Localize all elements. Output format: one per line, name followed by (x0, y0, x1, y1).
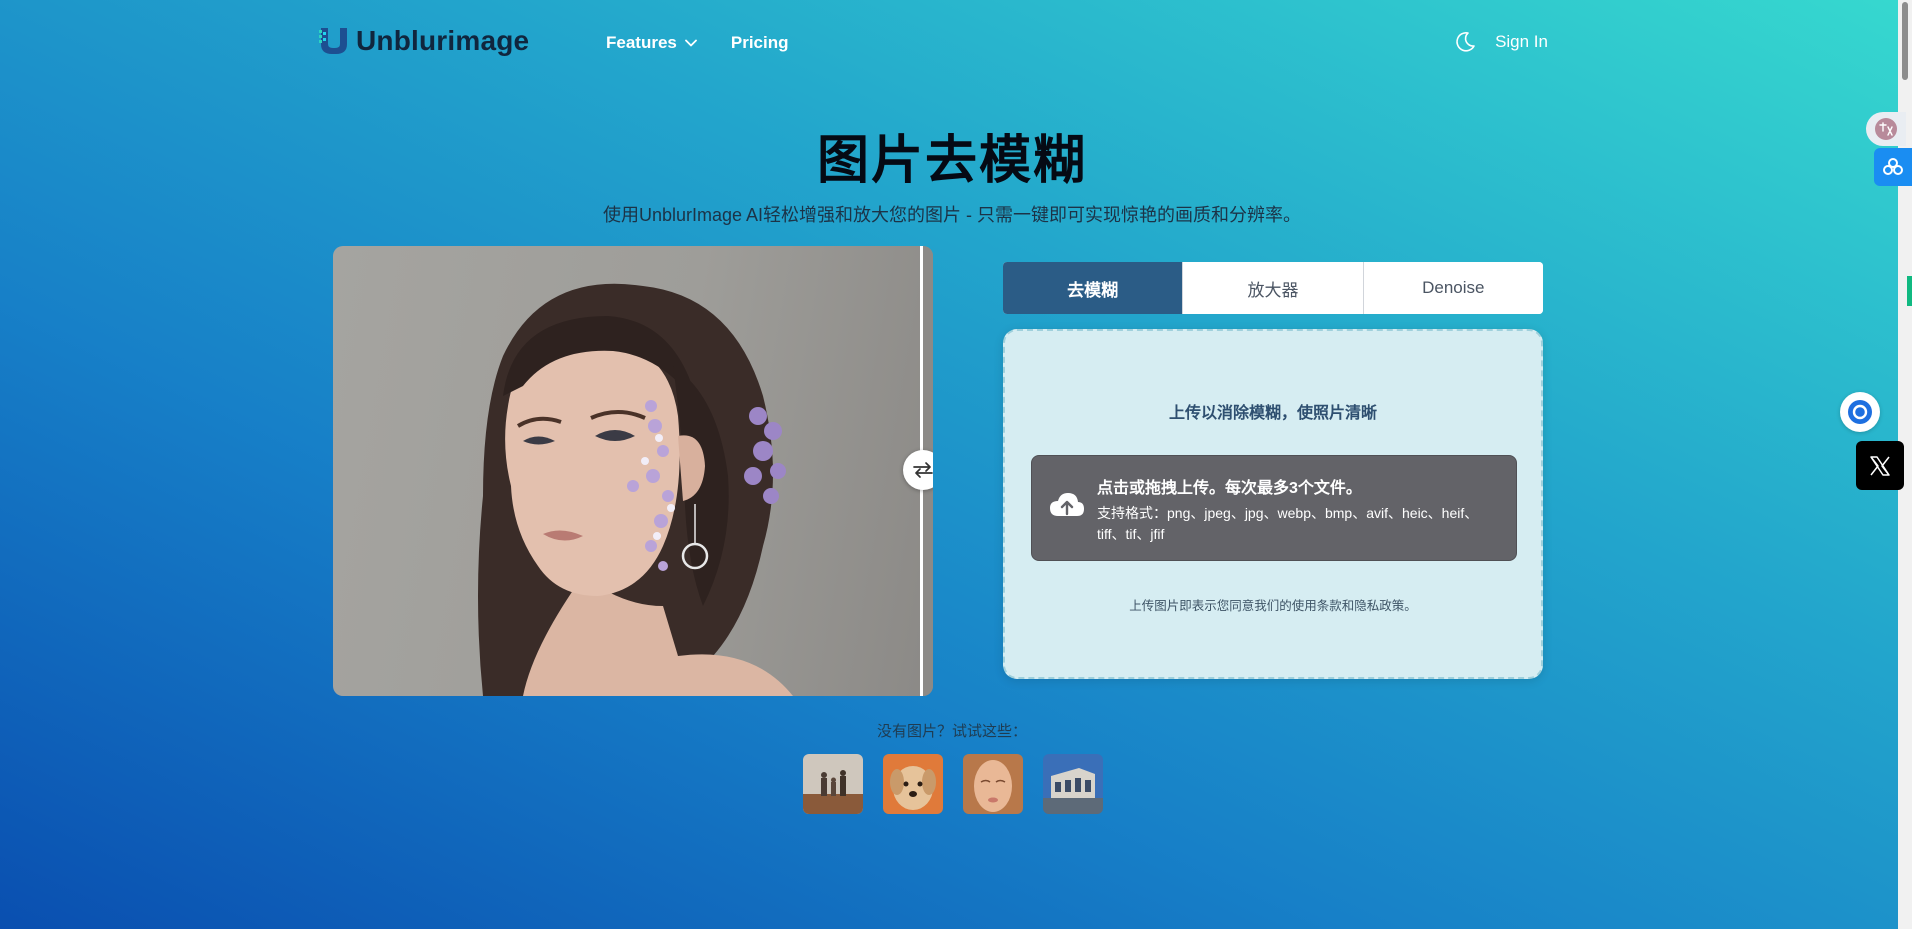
logo-mark-icon (319, 28, 347, 54)
image-comparison[interactable] (333, 246, 933, 696)
header-actions: Sign In (1453, 30, 1548, 54)
supported-formats: 支持格式：png、jpeg、jpg、webp、bmp、avif、heic、hei… (1097, 505, 1479, 542)
cloud-upload-icon (1050, 493, 1084, 516)
sign-in-link[interactable]: Sign In (1495, 32, 1548, 52)
x-logo-icon (1870, 455, 1890, 476)
chevron-down-icon (684, 39, 697, 47)
main-nav: Features Pricing (606, 33, 789, 53)
samples-label: 没有图片？试试这些： (876, 723, 1027, 740)
nav-pricing-label: Pricing (730, 33, 789, 52)
upload-title: 上传以消除模糊，使照片清晰 (1168, 405, 1377, 422)
tab-upscaler[interactable]: 放大器 (1182, 262, 1363, 314)
page-subtitle: 使用UnblurImage AI轻松增强和放大您的图片 - 只需一键即可实现惊艳… (602, 205, 1302, 225)
scrollbar-thumb[interactable] (1902, 2, 1908, 80)
upload-dropzone[interactable]: 点击或拖拽上传。每次最多3个文件。 支持格式：png、jpeg、jpg、webp… (1031, 455, 1517, 561)
page-title: 图片去模糊 (816, 132, 1087, 190)
x-share-widget[interactable] (1856, 441, 1904, 490)
sample-face-thumbnail (963, 754, 1023, 814)
sample-building-thumbnail (1043, 754, 1103, 814)
nav-features[interactable]: Features (606, 33, 697, 53)
page-background: Unblurimage Features Pricing Sign In 图片去… (0, 0, 1898, 929)
upload-instruction: 点击或拖拽上传。每次最多3个文件。 (1097, 480, 1362, 497)
translate-icon (1875, 118, 1897, 140)
site-header: Unblurimage Features Pricing Sign In (0, 0, 1898, 88)
tab-deblur[interactable]: 去模糊 (1003, 262, 1183, 314)
swap-arrows-icon (913, 462, 933, 478)
moon-icon[interactable] (1453, 30, 1477, 54)
sample-building[interactable] (1043, 754, 1103, 814)
sample-family[interactable] (803, 754, 863, 814)
tab-denoise[interactable]: Denoise (1362, 262, 1543, 314)
upload-card: 上传以消除模糊，使照片清晰 点击或拖拽上传。每次最多3个文件。 支持格式：png… (1003, 329, 1543, 679)
terms-notice: 上传图片即表示您同意我们的使用条款和隐私政策。 (1129, 599, 1417, 613)
sample-puppy[interactable] (883, 754, 943, 814)
side-tab-indicator[interactable] (1907, 276, 1912, 306)
nav-features-label: Features (606, 33, 677, 52)
portrait-photo (478, 283, 793, 696)
chat-bubble-icon (1848, 400, 1872, 424)
logo[interactable]: Unblurimage (318, 24, 529, 58)
sample-images (803, 754, 1103, 814)
chat-widget[interactable] (1840, 392, 1880, 432)
logo-text: Unblurimage (356, 25, 530, 56)
sample-puppy-thumbnail (883, 754, 943, 814)
ai-assistant-icon (1883, 158, 1903, 175)
nav-pricing[interactable]: Pricing (731, 33, 789, 53)
translate-widget[interactable] (1866, 112, 1906, 146)
sample-family-thumbnail (803, 754, 863, 814)
ai-assistant-widget[interactable] (1874, 148, 1912, 186)
mode-tabs: 去模糊 放大器 Denoise (1003, 262, 1543, 314)
sample-face[interactable] (963, 754, 1023, 814)
